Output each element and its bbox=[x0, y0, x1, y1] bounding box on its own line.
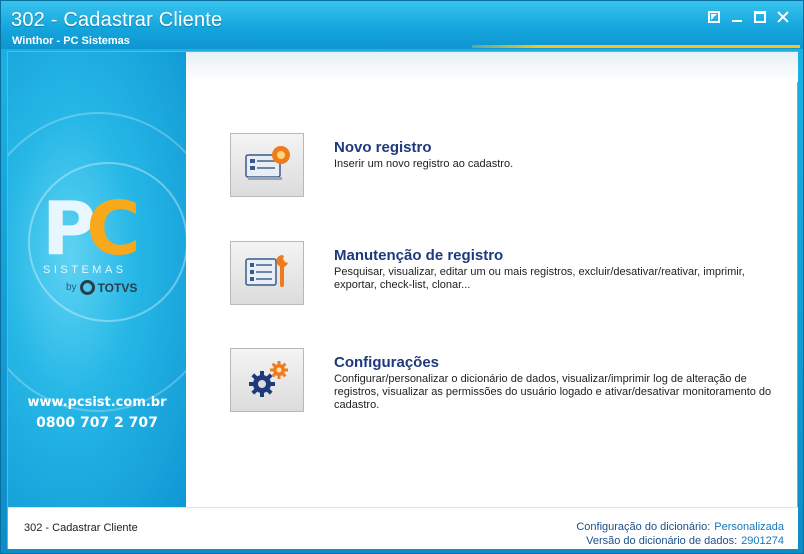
logo-letter-p: P bbox=[42, 186, 96, 272]
phone-text: 0800 707 2 707 bbox=[36, 415, 158, 431]
restore-icon[interactable] bbox=[708, 11, 720, 23]
option-description: Configurar/personalizar o dicionário de … bbox=[334, 373, 772, 411]
pc-sistemas-logo: PC SISTEMAS by TOTVS bbox=[38, 192, 178, 302]
sidebar-banner: PC SISTEMAS by TOTVS www.pcsist.com.br 0… bbox=[8, 52, 186, 507]
status-footer: 302 - Cadastrar Cliente Configuração do … bbox=[8, 507, 798, 549]
client-area: PC SISTEMAS by TOTVS www.pcsist.com.br 0… bbox=[7, 51, 798, 549]
option-heading[interactable]: Novo registro bbox=[334, 139, 432, 156]
totvs-logo: by TOTVS bbox=[66, 280, 137, 295]
dictionary-version-row: Versão do dicionário de dados: 2901274 bbox=[586, 535, 784, 547]
option-settings[interactable]: Configurações Configurar/personalizar o … bbox=[230, 348, 771, 412]
new-record-icon bbox=[245, 146, 290, 180]
maintenance-tile[interactable] bbox=[230, 241, 304, 305]
dictionary-version-value: 2901274 bbox=[741, 535, 784, 547]
option-heading[interactable]: Manutenção de registro bbox=[334, 247, 503, 264]
logo-letter-c: C bbox=[86, 186, 140, 272]
settings-gears-icon bbox=[249, 361, 288, 397]
logo-by-text: by bbox=[66, 282, 77, 293]
content-header-shade bbox=[186, 52, 798, 82]
dictionary-version-label: Versão do dicionário de dados: bbox=[586, 535, 738, 547]
option-maintenance[interactable]: Manutenção de registro Pesquisar, visual… bbox=[230, 241, 770, 305]
option-new-record[interactable]: Novo registro Inserir um novo registro a… bbox=[230, 133, 770, 197]
dictionary-config-label: Configuração do dicionário: bbox=[576, 521, 711, 533]
maintenance-icon bbox=[245, 255, 288, 287]
window-title: 302 - Cadastrar Cliente bbox=[11, 9, 223, 31]
close-icon[interactable] bbox=[777, 11, 789, 23]
dictionary-config-value: Personalizada bbox=[714, 521, 784, 533]
minimize-icon[interactable] bbox=[731, 11, 743, 23]
maximize-icon[interactable] bbox=[754, 11, 766, 23]
logo-sistemas-text: SISTEMAS bbox=[43, 264, 127, 276]
option-heading[interactable]: Configurações bbox=[334, 354, 439, 371]
routine-label: 302 - Cadastrar Cliente bbox=[24, 522, 138, 534]
website-text: www.pcsist.com.br bbox=[27, 395, 167, 410]
main-window: 302 - Cadastrar Cliente Winthor - PC Sis… bbox=[0, 0, 804, 554]
option-description: Inserir um novo registro ao cadastro. bbox=[334, 158, 514, 170]
logo-pc-letters: PC bbox=[42, 192, 141, 266]
title-accent-line bbox=[472, 45, 800, 48]
option-description: Pesquisar, visualizar, editar um ou mais… bbox=[334, 266, 745, 291]
window-subtitle: Winthor - PC Sistemas bbox=[12, 35, 130, 47]
settings-tile[interactable] bbox=[230, 348, 304, 412]
totvs-mark-icon bbox=[79, 280, 95, 295]
dictionary-config-row: Configuração do dicionário: Personalizada bbox=[576, 521, 784, 533]
new-record-tile[interactable] bbox=[230, 133, 304, 197]
logo-totvs-text: TOTVS bbox=[97, 280, 138, 295]
window-controls bbox=[708, 11, 789, 23]
title-bar[interactable]: 302 - Cadastrar Cliente Winthor - PC Sis… bbox=[1, 1, 803, 49]
